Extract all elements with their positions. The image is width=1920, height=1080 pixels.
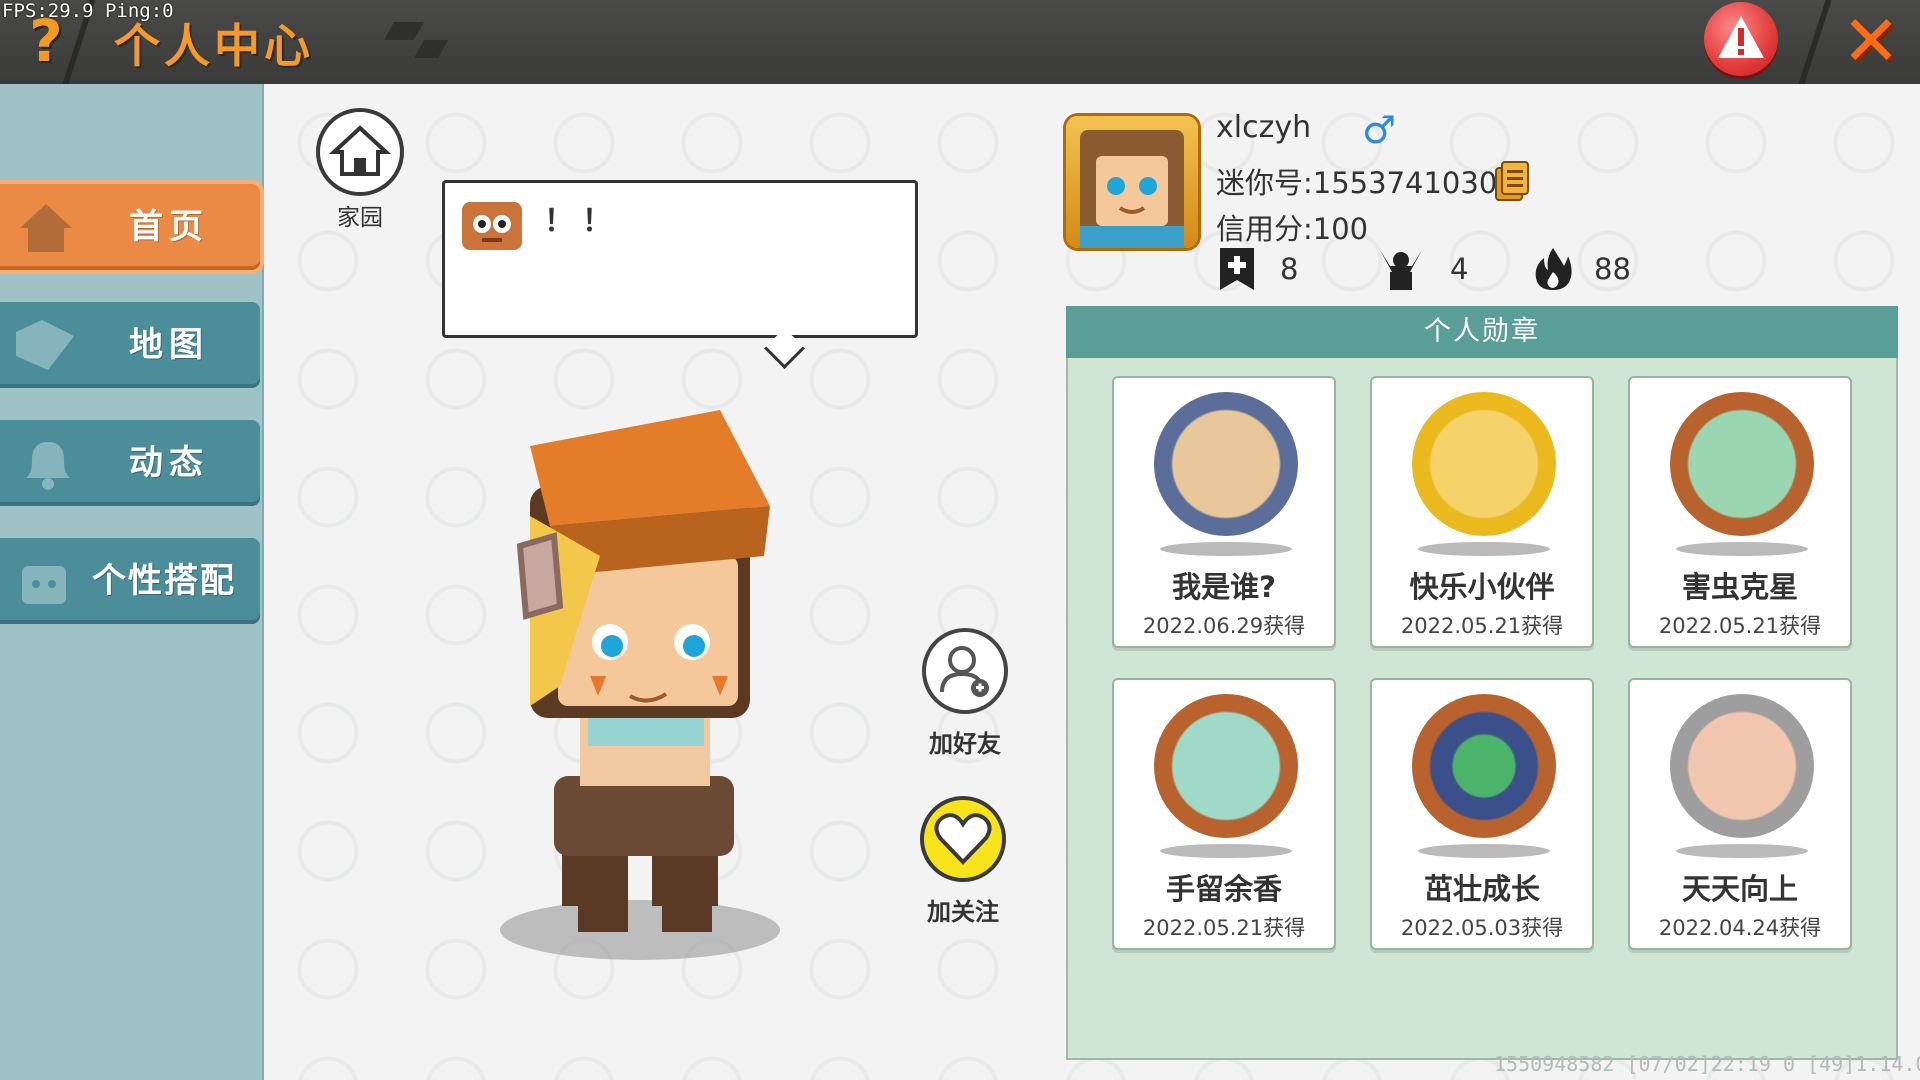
add-friend-label: 加好友 — [929, 730, 1001, 758]
medal-card[interactable]: 手留余香 2022.05.21获得 — [1112, 678, 1336, 950]
medal-shadow — [1418, 844, 1550, 858]
bell-icon — [26, 442, 70, 490]
page-title: 个人中心 — [114, 19, 314, 73]
version-footer: 1550948582 [07/02]22:19 0 [49]1.14.0 — [1494, 1052, 1920, 1076]
sidebar-item-label: 地图 — [129, 325, 209, 365]
sidebar-item-home[interactable]: 首页 — [0, 184, 260, 270]
medal-card[interactable]: 快乐小伙伴 2022.05.21获得 — [1370, 376, 1594, 648]
sidebar-item-label: 首页 — [129, 207, 209, 247]
medal-shadow — [1160, 844, 1292, 858]
medal-name: 茁壮成长 — [1423, 872, 1540, 906]
username: xlczyh — [1216, 110, 1312, 145]
medal-badge-icon — [1154, 694, 1298, 838]
medal-badge-icon — [1670, 392, 1814, 536]
copy-icon[interactable] — [1494, 160, 1530, 202]
medal-badge-icon — [1670, 694, 1814, 838]
fire-icon — [1535, 248, 1572, 290]
medal-date: 2022.06.29获得 — [1142, 614, 1306, 638]
sidebar-item-label: 动态 — [129, 443, 209, 483]
sidebar-item-map[interactable]: 地图 — [0, 302, 260, 388]
popularity-count: 88 — [1594, 252, 1631, 286]
bubble-message: ！！ — [544, 204, 620, 239]
medal-panel-title: 个人勋章 — [1066, 306, 1898, 358]
follow-button[interactable] — [920, 796, 1006, 882]
medal-name: 天天向上 — [1681, 872, 1798, 906]
add-friend-button[interactable] — [922, 628, 1008, 714]
character-avatar[interactable] — [470, 406, 830, 980]
medal-name: 手留余香 — [1165, 872, 1282, 906]
heart-icon — [934, 813, 992, 865]
mascot-face-icon — [462, 202, 522, 250]
house-icon — [20, 204, 72, 252]
medal-date: 2022.05.21获得 — [1142, 916, 1306, 940]
medal-shadow — [1160, 542, 1292, 556]
fans-icon — [1380, 250, 1422, 290]
add-bookmark-icon — [1220, 248, 1254, 290]
checker-decoration-icon — [384, 22, 448, 58]
mini-id: 迷你号:1553741030 — [1216, 166, 1498, 200]
gender-male-icon: ♂ — [1362, 108, 1397, 152]
medal-date: 2022.05.03获得 — [1400, 916, 1564, 940]
follow-label: 加关注 — [927, 898, 999, 926]
close-icon[interactable]: ✕ — [1834, 4, 1908, 78]
credit-score: 信用分:100 — [1216, 212, 1369, 246]
homestead-button[interactable] — [316, 108, 404, 196]
medal-shadow — [1676, 542, 1808, 556]
map-icon — [16, 320, 74, 370]
medal-name: 快乐小伙伴 — [1409, 570, 1555, 604]
topbar-divider — [1798, 0, 1832, 84]
house-icon — [328, 125, 392, 176]
medal-shadow — [1418, 542, 1550, 556]
medal-date: 2022.04.24获得 — [1658, 916, 1822, 940]
homestead-label: 家园 — [337, 205, 383, 231]
medal-card[interactable]: 害虫克星 2022.05.21获得 — [1628, 376, 1852, 648]
medal-badge-icon — [1412, 694, 1556, 838]
medal-name: 我是谁? — [1172, 570, 1276, 604]
medal-shadow — [1676, 844, 1808, 858]
medal-badge-icon — [1412, 392, 1556, 536]
avatar[interactable] — [1066, 116, 1198, 248]
medal-card[interactable]: 我是谁? 2022.06.29获得 — [1112, 376, 1336, 648]
medal-card[interactable]: 茁壮成长 2022.05.03获得 — [1370, 678, 1594, 950]
sidebar-item-label: 个性搭配 — [92, 561, 236, 601]
fans-count: 4 — [1450, 252, 1469, 286]
player-portrait — [1080, 130, 1184, 248]
medal-date: 2022.05.21获得 — [1400, 614, 1564, 638]
medal-card[interactable]: 天天向上 2022.04.24获得 — [1628, 678, 1852, 950]
sidebar-item-feed[interactable]: 动态 — [0, 420, 260, 506]
sidebar-item-outfit[interactable]: 个性搭配 — [0, 538, 260, 624]
report-warning-icon[interactable] — [1704, 2, 1778, 76]
add-friend-icon — [940, 646, 989, 697]
bookmark-count: 8 — [1280, 252, 1299, 286]
medal-date: 2022.05.21获得 — [1658, 614, 1822, 638]
medal-name: 害虫克星 — [1681, 570, 1798, 604]
medal-badge-icon — [1154, 392, 1298, 536]
